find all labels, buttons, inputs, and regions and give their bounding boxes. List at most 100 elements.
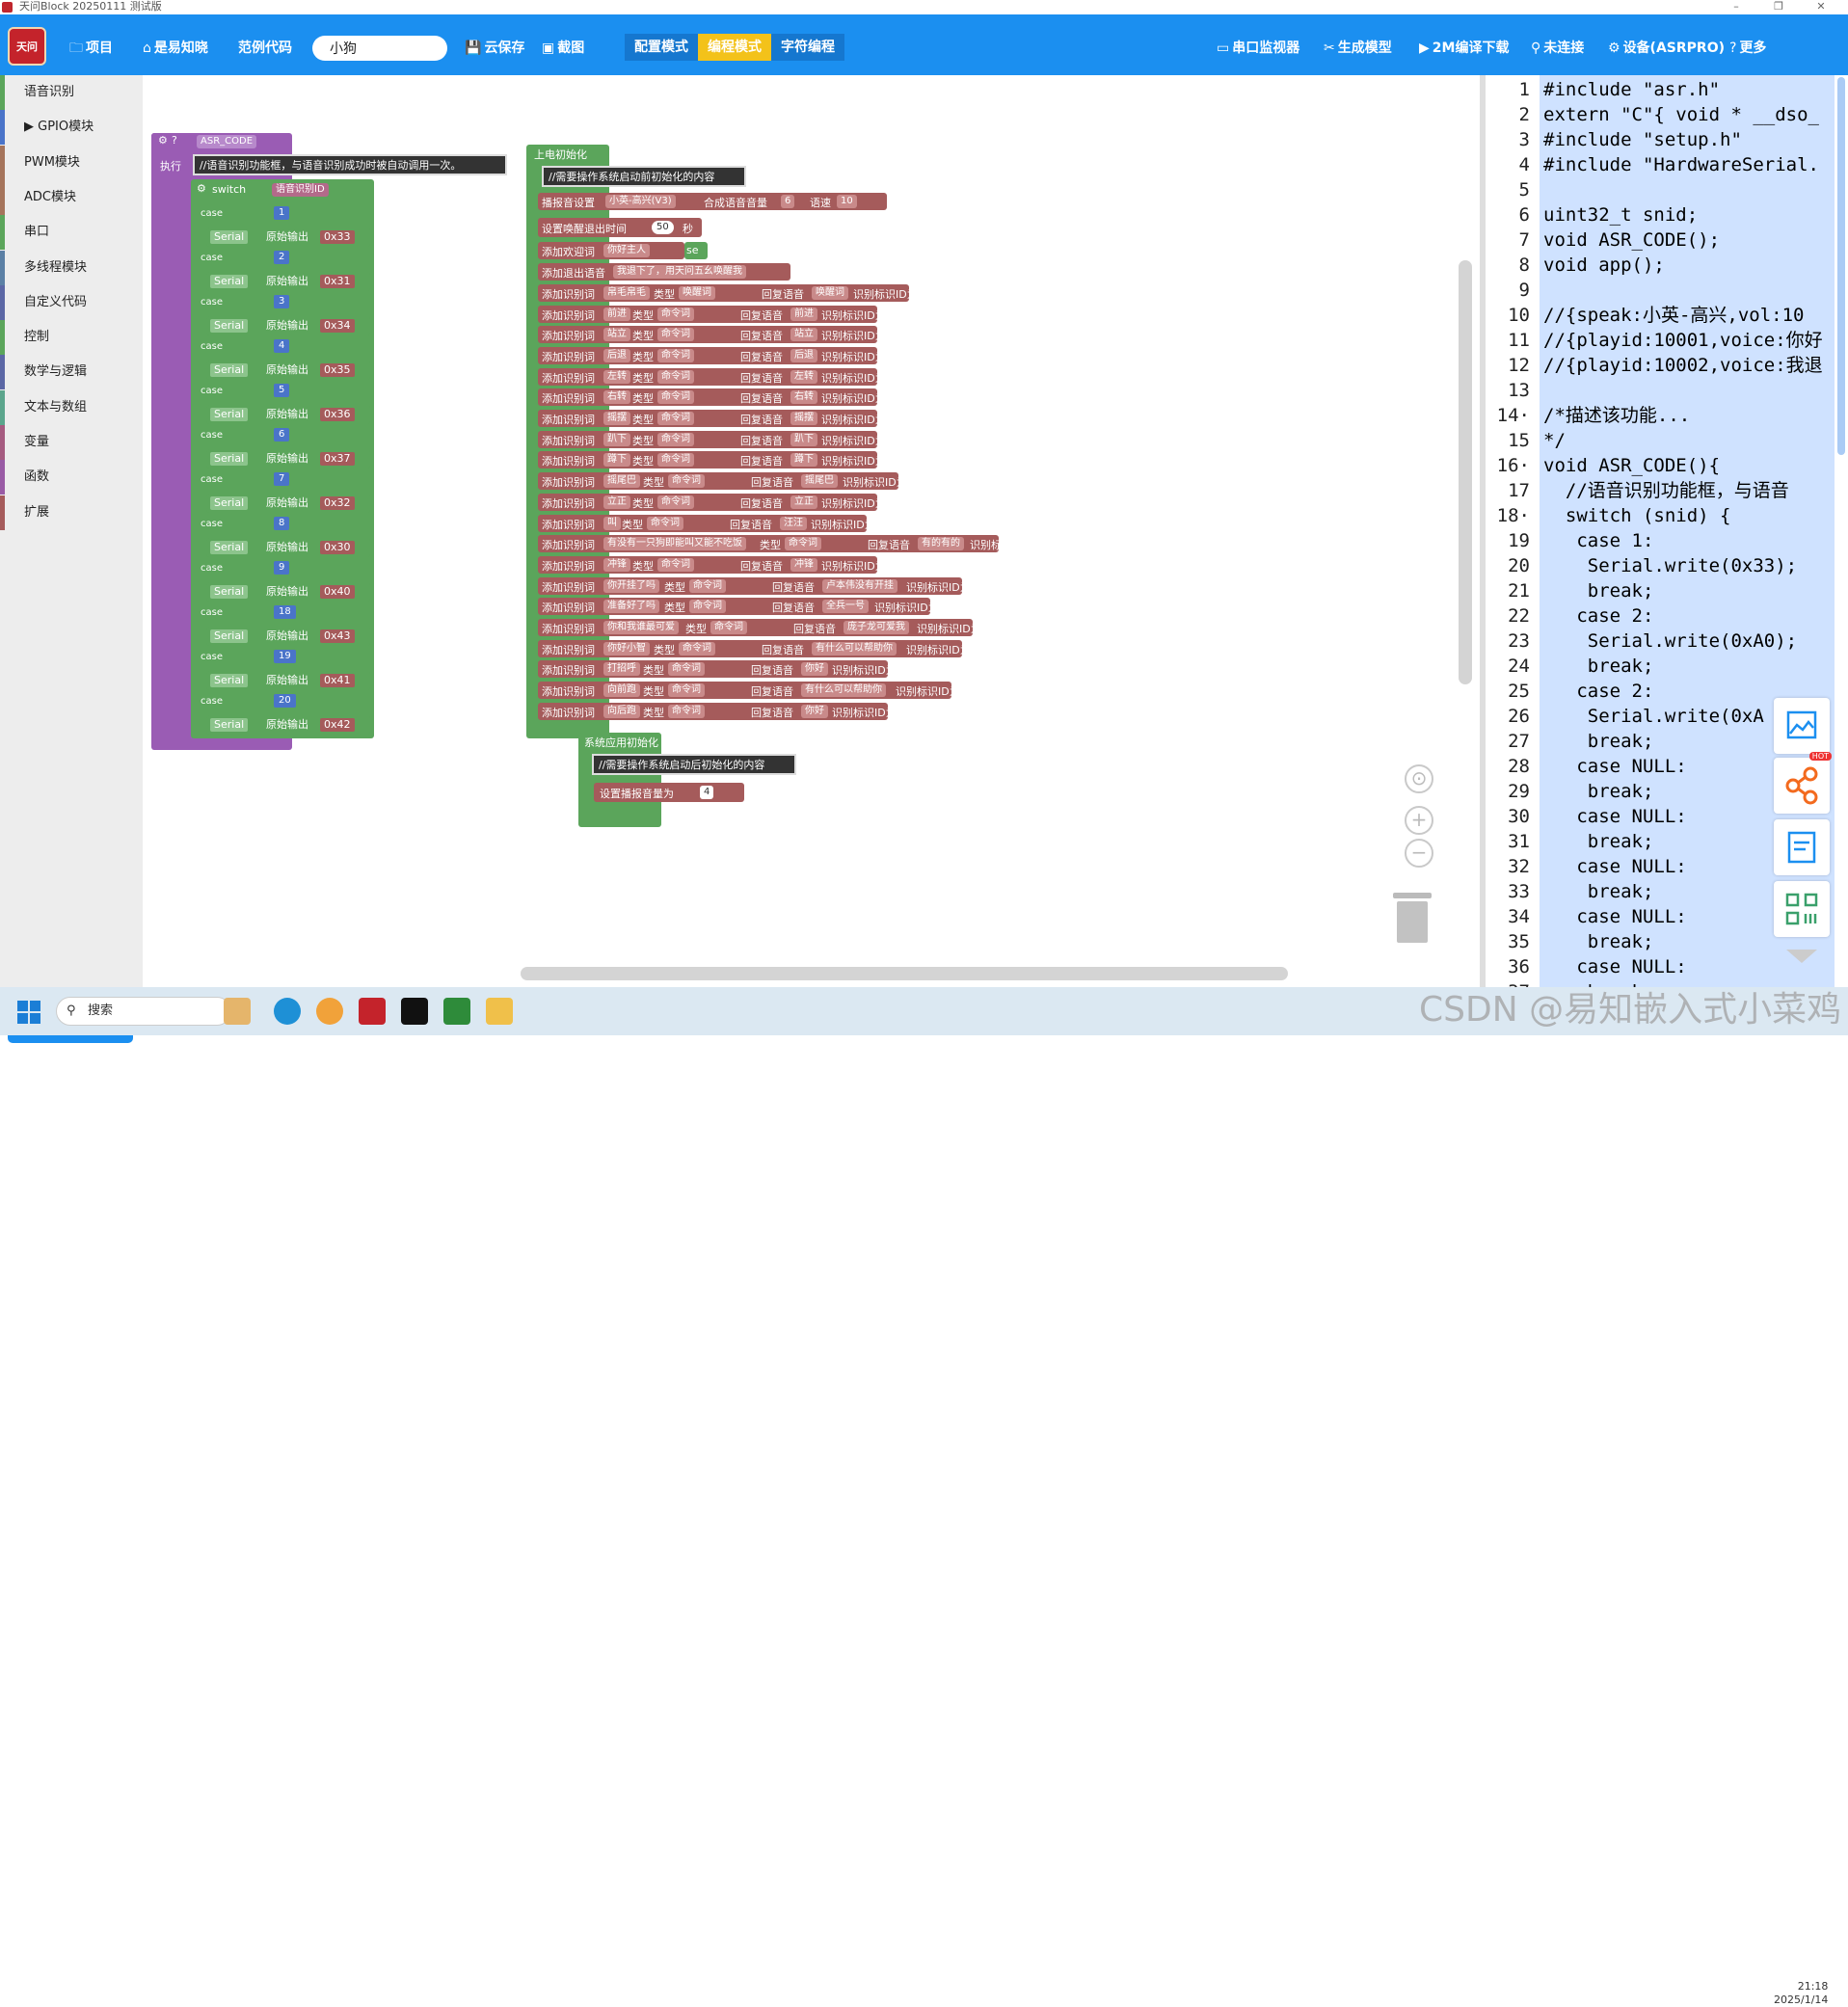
word-field[interactable]: 蹲下 — [603, 453, 630, 468]
generate-model-button[interactable]: ✂ 生成模型 — [1324, 38, 1392, 59]
serial-monitor-button[interactable]: ▭ 串口监视器 — [1217, 38, 1299, 59]
word-field[interactable]: 左转 — [603, 369, 630, 384]
reply-field[interactable]: 站立 — [790, 328, 817, 342]
case-value[interactable]: 1 — [274, 206, 290, 220]
sidebar-category[interactable]: 变量 — [0, 425, 143, 460]
block-workspace[interactable]: ⚙? ASR_CODE 执行 //语音识别功能框，与语音识别成功时被自动调用一次。 ⚙ s… — [143, 75, 1480, 987]
reply-field[interactable]: 你好 — [801, 704, 828, 718]
folder-icon[interactable] — [486, 998, 513, 1025]
settings-icon[interactable]: ⚙ — [197, 182, 206, 195]
type-dropdown[interactable]: 命令词 — [689, 578, 726, 593]
type-dropdown[interactable]: 命令词 — [668, 474, 705, 489]
sidebar-category[interactable]: 串口 — [0, 215, 143, 251]
serial-port-dropdown[interactable]: Serial — [210, 275, 249, 288]
type-dropdown[interactable]: 命令词 — [785, 537, 821, 551]
zoom-out-icon[interactable]: − — [1405, 839, 1433, 868]
add-word-block[interactable]: 添加识别词你和我谁最可爱类型命令词回复语音庞子龙可爱我识别标识ID为16 — [538, 619, 973, 636]
sidebar-category[interactable]: 控制 — [0, 320, 143, 356]
case-value[interactable]: 2 — [274, 251, 290, 264]
type-dropdown[interactable]: 命令词 — [668, 704, 705, 718]
add-word-block[interactable]: 添加识别词趴下类型命令词回复语音趴下识别标识ID为7 — [538, 430, 877, 448]
reply-field[interactable]: 摇摆 — [790, 412, 817, 425]
share-button[interactable]: HOT — [1774, 752, 1832, 814]
word-field[interactable]: 摇尾巴 — [603, 474, 640, 489]
word-field[interactable]: 准备好了吗 — [603, 600, 659, 614]
hex-value[interactable]: 0x37 — [320, 452, 355, 466]
trash-icon[interactable] — [1393, 893, 1432, 943]
add-word-block[interactable]: 添加识别词站立类型命令词回复语音站立识别标识ID为2 — [538, 326, 877, 344]
serial-port-dropdown[interactable]: Serial — [210, 452, 249, 466]
workspace-vertical-scrollbar[interactable] — [1459, 260, 1472, 684]
text-mode-tab[interactable]: 字符编程 — [771, 34, 844, 61]
add-word-block[interactable]: 添加识别词后退类型命令词回复语音后退识别标识ID为3 — [538, 346, 877, 364]
serial-write-block[interactable]: Serial 原始输出 0x36 — [206, 405, 370, 424]
word-field[interactable]: 你开挂了吗 — [603, 578, 659, 593]
wake-timeout-value[interactable]: 50 — [652, 220, 674, 234]
config-mode-tab[interactable]: 配置模式 — [625, 34, 698, 61]
reply-field[interactable]: 有什么可以帮助你 — [801, 683, 886, 698]
word-field[interactable]: 站立 — [603, 328, 630, 342]
program-mode-tab[interactable]: 编程模式 — [698, 34, 771, 61]
hex-value[interactable]: 0x30 — [320, 541, 355, 554]
word-field[interactable]: 前进 — [603, 307, 630, 321]
welcome-block[interactable]: 添加欢迎词 你好主人 — [538, 242, 684, 260]
word-field[interactable]: 打招呼 — [603, 662, 640, 677]
hex-value[interactable]: 0x42 — [320, 718, 355, 732]
code-vertical-scrollbar[interactable] — [1837, 77, 1845, 455]
case-value[interactable]: 9 — [274, 561, 290, 575]
voice-dropdown[interactable]: 小英-高兴(V3) — [605, 195, 676, 208]
type-dropdown[interactable]: 命令词 — [668, 662, 705, 677]
case-value[interactable]: 19 — [274, 650, 296, 663]
reply-field[interactable]: 后退 — [790, 348, 817, 362]
type-dropdown[interactable]: 命令词 — [689, 600, 726, 614]
type-dropdown[interactable]: 命令词 — [710, 621, 747, 634]
serial-write-block[interactable]: Serial 原始输出 0x30 — [206, 538, 370, 557]
type-dropdown[interactable]: 命令词 — [668, 683, 705, 698]
reply-field[interactable]: 立正 — [790, 495, 817, 509]
reply-field[interactable]: 左转 — [790, 369, 817, 384]
word-field[interactable]: 冲锋 — [603, 557, 630, 572]
type-dropdown[interactable]: 命令词 — [657, 432, 694, 446]
serial-port-dropdown[interactable]: Serial — [210, 496, 249, 510]
serial-port-dropdown[interactable]: Serial — [210, 319, 249, 333]
serial-write-block[interactable]: Serial 原始输出 0x41 — [206, 671, 370, 690]
hex-value[interactable]: 0x35 — [320, 363, 355, 377]
hex-value[interactable]: 0x36 — [320, 408, 355, 421]
case-value[interactable]: 18 — [274, 605, 296, 619]
add-word-block[interactable]: 添加识别词冲锋类型命令词回复语音冲锋识别标识ID为1 — [538, 555, 877, 574]
serial-port-dropdown[interactable]: Serial — [210, 408, 249, 421]
image-edit-button[interactable] — [1774, 698, 1830, 754]
sidebar-category[interactable]: 扩展 — [0, 495, 143, 530]
serial-port-dropdown[interactable]: Serial — [210, 718, 249, 732]
hex-value[interactable]: 0x41 — [320, 674, 355, 687]
recenter-icon[interactable]: ⊙ — [1405, 764, 1433, 793]
serial-port-dropdown[interactable]: Serial — [210, 541, 249, 554]
reply-field[interactable]: 全兵一号 — [822, 600, 869, 614]
wake-timeout-block[interactable]: 设置唤醒退出时间 50 秒 — [538, 217, 702, 237]
serial-write-block[interactable]: Serial 原始输出 0x32 — [206, 494, 370, 513]
case-value[interactable]: 5 — [274, 384, 290, 397]
serial-write-block[interactable]: Serial 原始输出 0x43 — [206, 627, 370, 646]
type-dropdown[interactable]: 命令词 — [657, 495, 694, 509]
case-value[interactable]: 20 — [274, 694, 296, 708]
sidebar-category[interactable]: 函数 — [0, 460, 143, 495]
settings-icon[interactable]: ⚙ — [158, 134, 168, 147]
type-dropdown[interactable]: 命令词 — [657, 307, 694, 321]
sidebar-category[interactable]: ADC模块 — [0, 179, 143, 215]
type-dropdown[interactable]: 命令词 — [647, 516, 683, 530]
case-value[interactable]: 8 — [274, 517, 290, 530]
homepage-button[interactable]: ⌂ 是易知晓 — [143, 38, 208, 59]
add-word-block[interactable]: 添加识别词向前跑类型命令词回复语音有什么可以帮助你识别标识ID为19 — [538, 682, 951, 700]
word-field[interactable]: 叫 — [603, 516, 621, 530]
reply-field[interactable]: 你好 — [801, 662, 828, 677]
exit-voice-block[interactable]: 添加退出语音 我退下了，用天问五幺唤醒我 — [538, 263, 790, 281]
sidebar-category[interactable]: ▶ GPIO模块 — [0, 110, 143, 146]
reply-field[interactable]: 前进 — [790, 307, 817, 321]
add-word-block[interactable]: 添加识别词蹲下类型命令词回复语音蹲下识别标识ID为8 — [538, 451, 877, 469]
serial-port-dropdown[interactable]: Serial — [210, 230, 249, 244]
compile-download-button[interactable]: ▶ 2M编译下载 — [1419, 38, 1509, 59]
cloud-save-button[interactable]: 💾 云保存 — [465, 38, 524, 59]
add-word-block[interactable]: 添加识别词你开挂了吗类型命令词回复语音卢本伟没有开挂识别标识ID为14 — [538, 576, 962, 595]
word-field[interactable]: 你好小智 — [603, 641, 650, 656]
serial-write-block[interactable]: Serial 原始输出 0x37 — [206, 449, 370, 468]
